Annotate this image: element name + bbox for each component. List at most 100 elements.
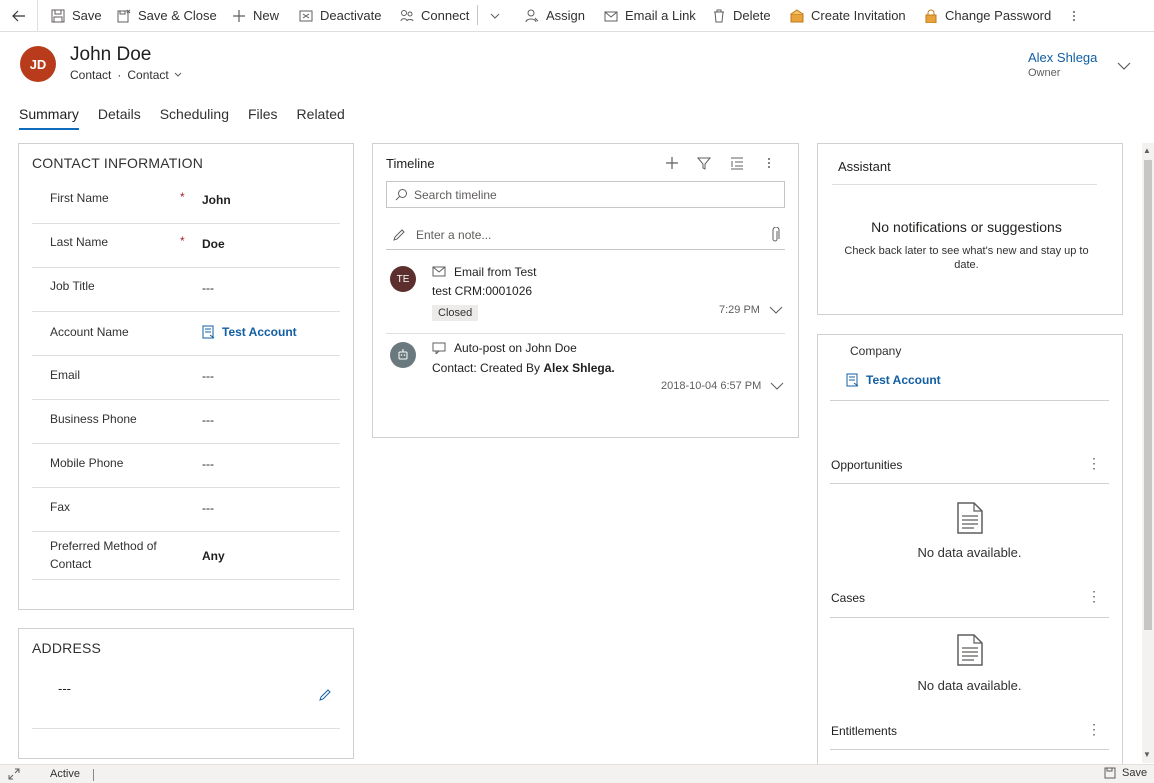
save-button[interactable]: Save <box>50 0 102 31</box>
delete-button[interactable]: Delete <box>711 0 771 31</box>
connect-label: Connect <box>421 8 470 23</box>
lock-icon <box>923 8 939 24</box>
timeline-item-title[interactable]: Auto-post on John Doe <box>432 341 577 355</box>
save-label: Save <box>72 8 102 23</box>
required-marker: * <box>180 190 185 204</box>
field-first-name: First Name * John <box>32 180 340 224</box>
record-subtitle: Contact · Contact <box>70 68 183 82</box>
form-selector[interactable]: Contact <box>127 68 182 82</box>
save-icon <box>50 8 66 24</box>
timeline-item-body: test CRM:0001026 <box>432 284 533 298</box>
field-label: Business Phone <box>50 412 137 426</box>
tab-scheduling[interactable]: Scheduling <box>160 106 229 130</box>
document-icon <box>957 634 983 669</box>
address-value[interactable]: --- <box>58 681 71 696</box>
create-invitation-button[interactable]: Create Invitation <box>789 0 906 31</box>
divider <box>832 184 1097 185</box>
email-link-button[interactable]: Email a Link <box>603 0 696 31</box>
new-button[interactable]: New <box>231 0 279 31</box>
timeline-title: Timeline <box>386 156 435 171</box>
fax-value[interactable]: --- <box>202 501 214 515</box>
more-vertical-icon <box>1066 8 1082 24</box>
change-password-button[interactable]: Change Password <box>923 0 1051 31</box>
timeline-item-body: Contact: Created By Alex Shlega. <box>432 361 615 375</box>
email-icon <box>432 266 446 277</box>
account-name-link[interactable]: Test Account <box>202 325 297 339</box>
post-icon <box>432 342 446 354</box>
save-icon <box>1104 767 1116 779</box>
divider <box>830 617 1109 618</box>
header-expand-button[interactable] <box>1116 58 1132 77</box>
field-label: Email <box>50 368 81 382</box>
avatar: JD <box>20 46 56 82</box>
post-text: Contact: Created By <box>432 361 544 375</box>
field-label: Mobile Phone <box>50 456 124 470</box>
back-button[interactable] <box>0 0 38 31</box>
company-link[interactable]: Test Account <box>846 373 941 387</box>
owner-label: Owner <box>1028 67 1061 79</box>
connect-button[interactable]: Connect <box>399 0 469 31</box>
opportunities-title: Opportunities <box>831 458 903 472</box>
sort-icon <box>731 157 743 170</box>
last-name-value[interactable]: Doe <box>202 237 225 251</box>
entitlements-title: Entitlements <box>831 724 898 738</box>
timeline-note-input[interactable]: Enter a note... <box>386 220 785 250</box>
timeline-sort-button[interactable] <box>728 154 746 172</box>
mobile-phone-value[interactable]: --- <box>202 457 214 471</box>
assistant-empty-subtitle: Check back later to see what's new and s… <box>844 245 1089 271</box>
preferred-contact-value[interactable]: Any <box>202 549 225 563</box>
tab-details[interactable]: Details <box>98 106 141 130</box>
attach-button[interactable] <box>769 226 781 246</box>
status-save-button[interactable]: Save <box>1104 767 1147 779</box>
company-name: Test Account <box>866 373 941 387</box>
chevron-down-icon <box>174 72 182 77</box>
back-arrow-icon <box>11 10 25 21</box>
job-title-value[interactable]: --- <box>202 281 214 295</box>
section-title: CONTACT INFORMATION <box>32 155 204 171</box>
timestamp: 2018-10-04 6:57 PM <box>661 380 762 392</box>
save-close-button[interactable]: Save & Close <box>116 0 217 31</box>
timeline-item-title[interactable]: Email from Test <box>432 265 536 279</box>
chevron-down-icon[interactable] <box>769 380 785 392</box>
form-name: Contact <box>127 68 169 82</box>
separator-dot: · <box>117 68 122 82</box>
timeline-item-avatar: TE <box>390 266 416 292</box>
command-bar: Save Save & Close New Deactivate Connect… <box>0 0 1154 32</box>
form-tabs: Summary Details Scheduling Files Related <box>19 106 364 130</box>
create-invitation-label: Create Invitation <box>811 8 906 23</box>
timeline-add-button[interactable] <box>663 154 681 172</box>
account-name-text: Test Account <box>222 325 297 339</box>
divider <box>830 483 1109 484</box>
scrollbar-thumb[interactable] <box>1144 160 1152 630</box>
owner-link[interactable]: Alex Shlega <box>1028 50 1097 65</box>
field-fax: Fax --- <box>32 488 340 532</box>
entitlements-more-button[interactable]: ⋮ <box>1087 721 1101 738</box>
timeline-filter-button[interactable] <box>695 154 713 172</box>
scroll-up-arrow-icon[interactable]: ▲ <box>1143 146 1151 155</box>
post-author: Alex Shlega. <box>543 361 615 375</box>
chevron-down-icon[interactable] <box>768 304 784 316</box>
assign-button[interactable]: Assign <box>524 0 585 31</box>
tab-summary[interactable]: Summary <box>19 106 79 130</box>
email-value[interactable]: --- <box>202 369 214 383</box>
cases-more-button[interactable]: ⋮ <box>1087 588 1101 605</box>
tab-related[interactable]: Related <box>297 106 345 130</box>
expand-icon[interactable] <box>8 768 20 783</box>
timeline-item-title-text: Email from Test <box>454 265 537 279</box>
more-commands-button[interactable] <box>1066 0 1082 31</box>
opportunities-more-button[interactable]: ⋮ <box>1087 455 1101 472</box>
scroll-down-arrow-icon[interactable]: ▼ <box>1143 750 1151 759</box>
toolbar-divider <box>477 5 478 25</box>
timeline-more-button[interactable] <box>760 154 778 172</box>
status-save-label: Save <box>1122 767 1148 779</box>
first-name-value[interactable]: John <box>202 193 231 207</box>
timeline-item-title-text: Auto-post on John Doe <box>454 341 577 355</box>
connect-dropdown-button[interactable] <box>487 0 503 31</box>
chevron-down-icon <box>1117 62 1131 70</box>
timeline-search-input[interactable]: Search timeline <box>386 181 785 208</box>
business-phone-value[interactable]: --- <box>202 413 214 427</box>
edit-address-button[interactable] <box>318 688 332 705</box>
deactivate-button[interactable]: Deactivate <box>298 0 381 31</box>
tab-files[interactable]: Files <box>248 106 278 130</box>
save-close-icon <box>116 8 132 24</box>
